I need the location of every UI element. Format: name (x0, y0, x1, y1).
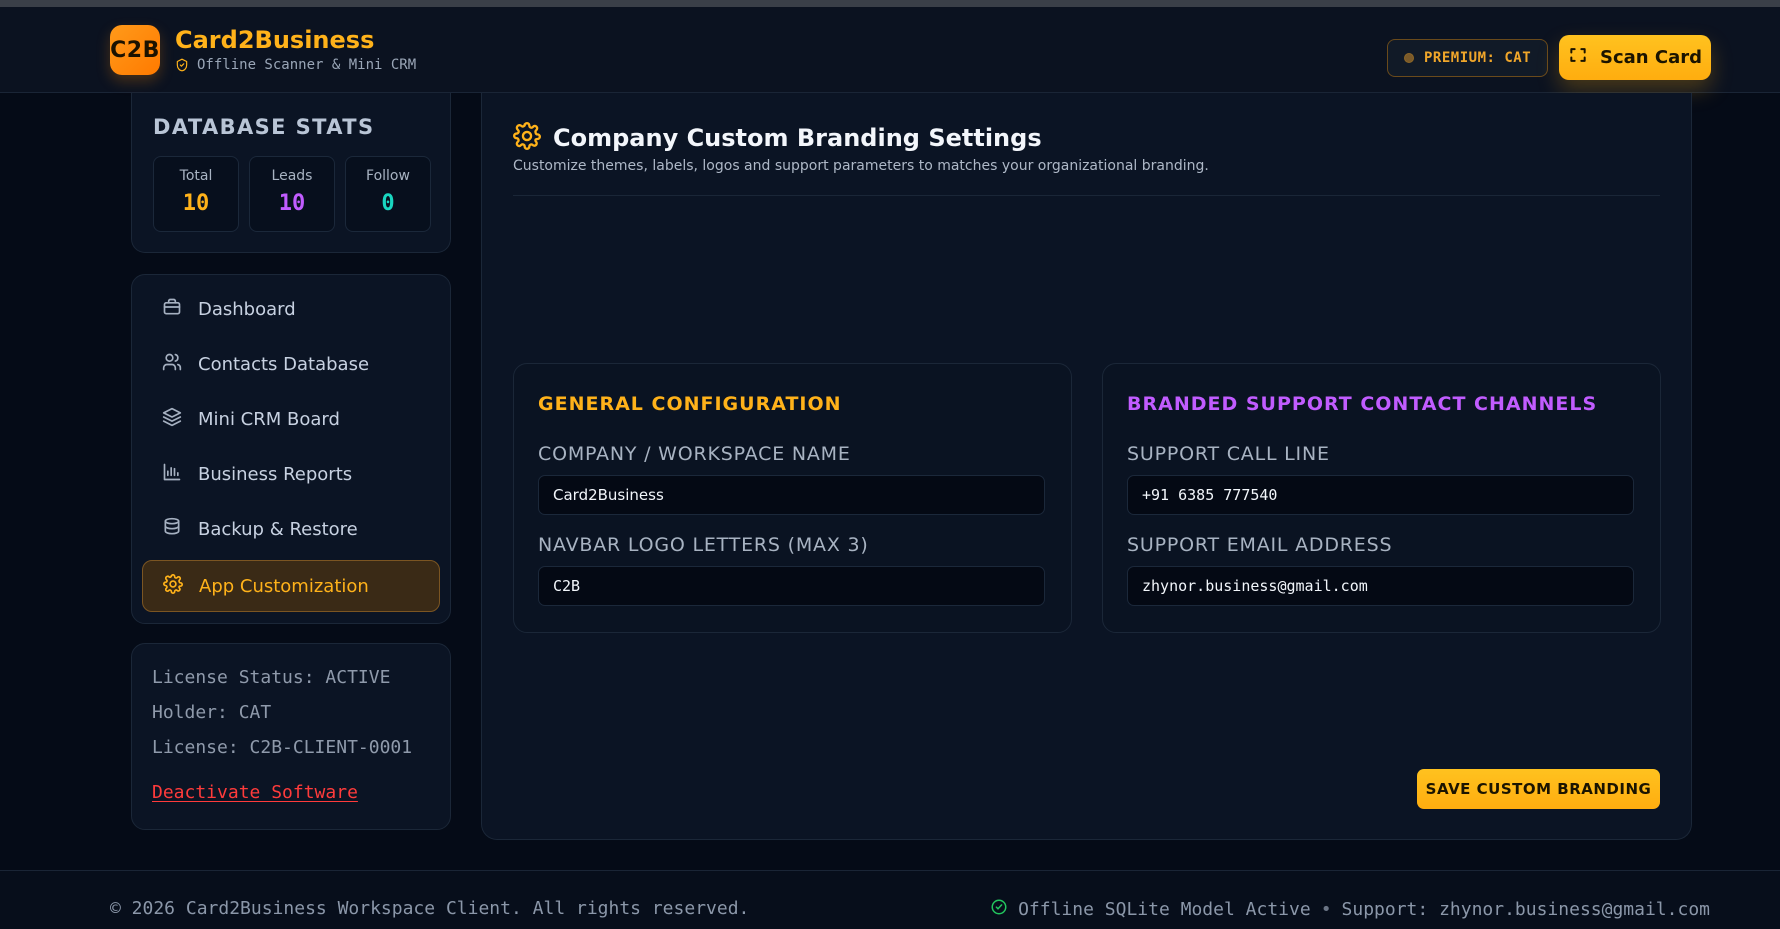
sidebar-item-label: Backup & Restore (198, 518, 358, 540)
stat-follow-label: Follow (366, 168, 410, 184)
support-call-line-label: SUPPORT CALL LINE (1127, 443, 1330, 465)
scan-card-label: Scan Card (1600, 47, 1702, 68)
database-stats-title: DATABASE STATS (153, 115, 375, 139)
license-holder: Holder: CAT (152, 702, 272, 723)
footer-status-text: Offline SQLite Model Active (1018, 899, 1311, 920)
save-custom-branding-button[interactable]: SAVE CUSTOM BRANDING (1417, 769, 1660, 809)
logo-letters-value: C2B (553, 577, 581, 595)
sidebar-item-business-reports[interactable]: Business Reports (142, 448, 440, 500)
gear-icon (513, 122, 541, 154)
scan-card-button[interactable]: Scan Card (1559, 35, 1711, 80)
logo-text: C2B (110, 37, 160, 63)
support-contact-channels-title: BRANDED SUPPORT CONTACT CHANNELS (1127, 393, 1598, 415)
app-logo: C2B (110, 25, 160, 75)
premium-dot-icon (1404, 53, 1414, 63)
support-email-input[interactable]: zhynor.business@gmail.com (1127, 566, 1634, 606)
support-email-label: SUPPORT EMAIL ADDRESS (1127, 534, 1393, 556)
license-status: License Status: ACTIVE (152, 667, 391, 688)
branding-settings-panel: Company Custom Branding Settings Customi… (481, 93, 1692, 840)
database-stats-panel: DATABASE STATS Total 10 Leads 10 Follow … (131, 93, 451, 253)
stat-follow: Follow 0 (345, 156, 431, 232)
sidebar-item-label: Business Reports (198, 463, 353, 485)
gear-icon (163, 573, 183, 599)
stat-leads-label: Leads (271, 168, 313, 184)
stat-leads-value: 10 (278, 191, 306, 216)
bar-chart-icon (162, 462, 182, 487)
deactivate-software-link[interactable]: Deactivate Software (152, 782, 358, 803)
app-subtitle: Offline Scanner & Mini CRM (175, 57, 416, 73)
sidebar-item-dashboard[interactable]: Dashboard (142, 283, 440, 335)
shield-check-icon (175, 58, 189, 72)
general-configuration-title: GENERAL CONFIGURATION (538, 393, 842, 415)
stat-total-value: 10 (182, 191, 210, 216)
license-panel: License Status: ACTIVE Holder: CAT Licen… (131, 643, 451, 830)
brand-text: Card2Business Offline Scanner & Mini CRM (175, 27, 416, 73)
stat-total: Total 10 (153, 156, 239, 232)
stat-leads: Leads 10 (249, 156, 335, 232)
check-circle-icon (990, 898, 1008, 921)
layers-icon (162, 407, 182, 432)
users-icon (162, 352, 182, 377)
support-email-value: zhynor.business@gmail.com (1142, 577, 1368, 595)
premium-text: PREMIUM: CAT (1424, 50, 1532, 66)
sidebar-item-label: Dashboard (198, 298, 296, 320)
brand: C2B Card2Business Offline Scanner & Mini… (110, 25, 416, 75)
sidebar-item-backup-restore[interactable]: Backup & Restore (142, 503, 440, 555)
support-call-line-value: +91 6385 777540 (1142, 486, 1278, 504)
app-title: Card2Business (175, 26, 375, 54)
support-call-line-input[interactable]: +91 6385 777540 (1127, 475, 1634, 515)
database-icon (162, 517, 182, 542)
window-top-strip (0, 0, 1780, 7)
save-custom-branding-label: SAVE CUSTOM BRANDING (1425, 780, 1652, 798)
page-title-text: Company Custom Branding Settings (553, 124, 1042, 152)
company-name-value: Card2Business (553, 486, 664, 504)
footer-support: Support: zhynor.business@gmail.com (1341, 899, 1710, 920)
footer-copyright: © 2026 Card2Business Workspace Client. A… (110, 898, 750, 919)
sidebar-item-app-customization[interactable]: App Customization (142, 560, 440, 612)
sidebar-item-contacts-database[interactable]: Contacts Database (142, 338, 440, 390)
scan-frame-icon (1568, 45, 1588, 70)
general-configuration-card: GENERAL CONFIGURATION COMPANY / WORKSPAC… (513, 363, 1072, 633)
logo-letters-label: NAVBAR LOGO LETTERS (MAX 3) (538, 534, 869, 556)
sidebar-nav: Dashboard Contacts Database Mini CRM Boa… (131, 274, 451, 624)
title-divider (513, 195, 1660, 196)
page-title: Company Custom Branding Settings (513, 122, 1042, 154)
subtitle-text: Offline Scanner & Mini CRM (197, 57, 417, 73)
sidebar-item-mini-crm-board[interactable]: Mini CRM Board (142, 393, 440, 445)
footer-status: Offline SQLite Model Active • Support: z… (990, 898, 1710, 921)
footer: © 2026 Card2Business Workspace Client. A… (0, 870, 1780, 929)
license-id: License: C2B-CLIENT-0001 (152, 737, 413, 758)
stat-total-label: Total (179, 168, 213, 184)
support-contact-channels-card: BRANDED SUPPORT CONTACT CHANNELS SUPPORT… (1102, 363, 1661, 633)
company-name-label: COMPANY / WORKSPACE NAME (538, 443, 851, 465)
briefcase-icon (162, 297, 182, 322)
sidebar-item-label: App Customization (199, 575, 369, 597)
sidebar-item-label: Contacts Database (198, 353, 370, 375)
premium-badge: PREMIUM: CAT (1387, 39, 1549, 77)
page-subtitle: Customize themes, labels, logos and supp… (513, 158, 1209, 174)
stat-follow-value: 0 (381, 191, 395, 216)
app-header: C2B Card2Business Offline Scanner & Mini… (0, 7, 1780, 93)
company-name-input[interactable]: Card2Business (538, 475, 1045, 515)
footer-separator: • (1320, 899, 1332, 920)
sidebar-item-label: Mini CRM Board (198, 408, 340, 430)
logo-letters-input[interactable]: C2B (538, 566, 1045, 606)
